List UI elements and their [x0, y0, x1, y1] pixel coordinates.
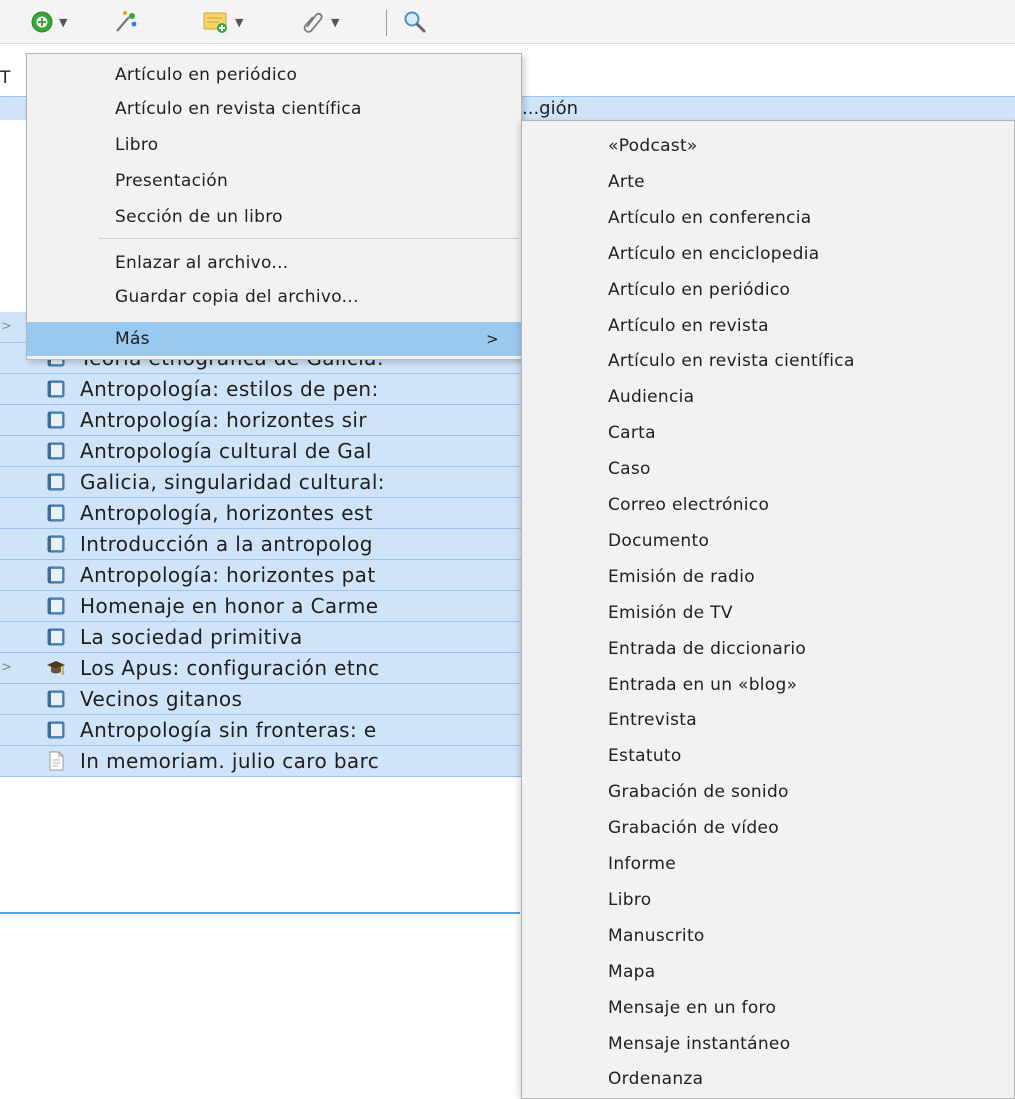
book-icon [47, 473, 65, 491]
menu-item-newspaper-article[interactable]: Artículo en periódico [27, 58, 521, 92]
row-title: Antropología: horizontes pat [80, 563, 376, 587]
book-icon [47, 628, 65, 646]
add-attachment-button[interactable]: ▼ [300, 8, 339, 36]
menu-item-book[interactable]: Libro [27, 128, 521, 162]
row-title: Los Apus: configuración etnc [80, 656, 380, 680]
row-title: ...gión [522, 98, 579, 119]
row-title: Introducción a la antropolog [80, 532, 373, 556]
row-title: Antropología, horizontes est [80, 501, 373, 525]
book-icon [47, 566, 65, 584]
submenu-item[interactable]: Correo electrónico [608, 487, 769, 523]
toolbar-separator [386, 10, 387, 36]
row-title: Galicia, singularidad cultural: [80, 470, 385, 494]
row-title: Antropología: estilos de pen: [80, 377, 379, 401]
wand-icon [116, 11, 137, 32]
submenu-item[interactable]: Artículo en enciclopedia [608, 236, 819, 272]
row-title: Antropología: horizontes sir [80, 408, 367, 432]
submenu-item[interactable]: Entrevista [608, 702, 697, 738]
book-icon [47, 411, 65, 429]
book-icon [47, 442, 65, 460]
submenu-item[interactable]: Ordenanza [608, 1061, 703, 1097]
search-icon [404, 11, 426, 33]
new-note-icon [203, 12, 227, 33]
submenu-item[interactable]: Caso [608, 451, 651, 487]
search-button[interactable] [402, 8, 428, 36]
chevron-down-icon: ▼ [331, 15, 340, 29]
submenu-item[interactable]: Grabación de sonido [608, 774, 789, 810]
chevron-down-icon: ▼ [59, 15, 68, 29]
submenu-item[interactable]: Mapa [608, 954, 656, 990]
chevron-right-icon: > [486, 330, 499, 348]
thesis-icon [47, 661, 65, 675]
menu-item-presentation[interactable]: Presentación [27, 164, 521, 198]
menu-separator [99, 238, 519, 239]
chevron-down-icon: ▼ [235, 15, 244, 29]
submenu-item[interactable]: Estatuto [608, 738, 682, 774]
row-title: In memoriam. julio caro barc [80, 749, 380, 773]
document-icon [49, 751, 64, 771]
submenu-item[interactable]: Mensaje en un foro [608, 990, 776, 1026]
submenu-item[interactable]: Artículo en revista científica [608, 343, 855, 379]
row-title: Antropología sin fronteras: e [80, 718, 377, 742]
more-item-types-submenu: «Podcast» Arte Artículo en conferencia Artí… [521, 120, 1015, 1099]
menu-item-more-label: Más [115, 329, 150, 349]
submenu-item[interactable]: Emisión de radio [608, 559, 755, 595]
submenu-item[interactable]: Mensaje instantáneo [608, 1026, 790, 1062]
expand-twisty-icon[interactable]: > [1, 660, 12, 675]
submenu-item[interactable]: Documento [608, 523, 709, 559]
new-item-menu: Artículo en periódico Artículo en revist… [26, 53, 522, 360]
toolbar: ▼ ▼ ▼ [0, 0, 1015, 44]
add-by-identifier-button[interactable] [113, 8, 139, 36]
book-icon [47, 535, 65, 553]
row-title: Antropología cultural de Gal [80, 439, 372, 463]
menu-item-more[interactable]: Más > [27, 322, 521, 356]
new-note-button[interactable]: ▼ [202, 8, 243, 36]
list-bottom-border [0, 912, 520, 914]
book-icon [47, 721, 65, 739]
submenu-item[interactable]: Entrada de diccionario [608, 631, 806, 667]
book-icon [47, 597, 65, 615]
submenu-item[interactable]: Grabación de vídeo [608, 810, 779, 846]
menu-item-link-to-file[interactable]: Enlazar al archivo... [27, 246, 521, 280]
book-icon [47, 504, 65, 522]
attachment-icon [303, 12, 323, 33]
submenu-item[interactable]: Libro [608, 882, 652, 918]
book-icon [47, 380, 65, 398]
row-title: La sociedad primitiva [80, 625, 303, 649]
submenu-item[interactable]: «Podcast» [608, 128, 698, 164]
zotero-window: ▼ ▼ ▼ T ...gión > Antropología: estilos … [0, 0, 1015, 1099]
submenu-item[interactable]: Arte [608, 164, 645, 200]
row-title: Homenaje en honor a Carme [80, 594, 379, 618]
submenu-item[interactable]: Emisión de TV [608, 595, 733, 631]
new-item-icon [31, 11, 53, 33]
submenu-item[interactable]: Artículo en conferencia [608, 200, 812, 236]
menu-item-journal-article[interactable]: Artículo en revista científica [27, 92, 521, 126]
column-header-title[interactable]: T [0, 68, 10, 88]
menu-item-book-section[interactable]: Sección de un libro [27, 200, 521, 234]
row-title: Vecinos gitanos [80, 687, 243, 711]
menu-item-store-copy-of-file[interactable]: Guardar copia del archivo... [27, 280, 521, 314]
submenu-item[interactable]: Artículo en periódico [608, 272, 790, 308]
book-icon [47, 690, 65, 708]
submenu-item[interactable]: Entrada en un «blog» [608, 667, 797, 703]
submenu-item[interactable]: Audiencia [608, 379, 694, 415]
submenu-item[interactable]: Manuscrito [608, 918, 705, 954]
new-item-button[interactable]: ▼ [30, 8, 67, 36]
expand-twisty-icon[interactable]: > [1, 319, 12, 334]
submenu-item[interactable]: Artículo en revista [608, 308, 769, 344]
submenu-item[interactable]: Informe [608, 846, 676, 882]
submenu-item[interactable]: Carta [608, 415, 656, 451]
